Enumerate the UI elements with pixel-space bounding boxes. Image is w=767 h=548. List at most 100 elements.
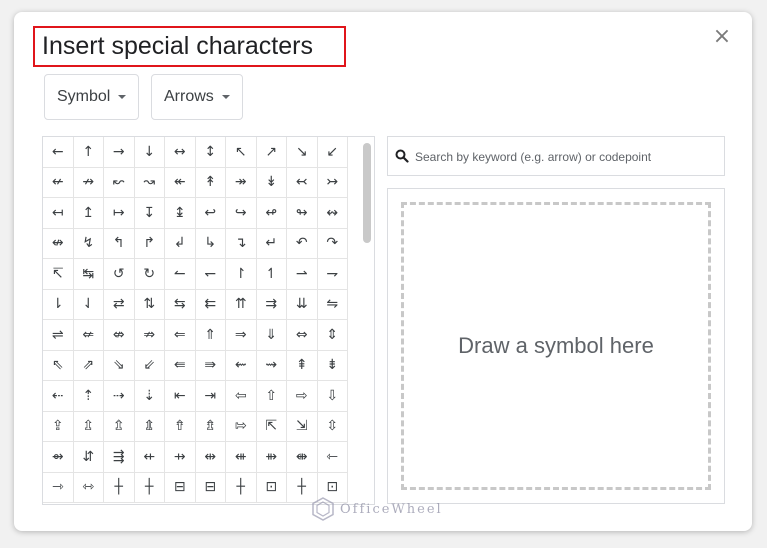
symbol-cell[interactable]: ⇄ [104,289,135,320]
symbol-cell[interactable]: ↛ [73,167,104,198]
symbol-cell[interactable]: ⇨ [287,381,318,412]
symbol-cell[interactable]: ⇆ [165,289,196,320]
symbol-cell[interactable]: ↸ [43,259,74,290]
symbol-cell[interactable]: ↕ [195,137,226,168]
symbol-cell[interactable]: ↘ [287,137,318,168]
draw-canvas[interactable]: Draw a symbol here [401,202,711,490]
symbol-cell[interactable]: ⇓ [256,320,287,351]
symbol-cell[interactable]: ⇋ [317,289,348,320]
symbol-cell[interactable]: ⇭ [134,411,165,442]
symbol-cell[interactable]: ↔ [165,137,196,168]
symbol-cell[interactable]: ⇌ [43,320,74,351]
symbol-cell[interactable]: ⇧ [256,381,287,412]
symbol-cell[interactable]: ⇅ [134,289,165,320]
symbol-cell[interactable]: ↥ [73,198,104,229]
symbol-cell[interactable]: ⇊ [287,289,318,320]
symbol-cell[interactable]: ↼ [165,259,196,290]
symbol-cell[interactable]: ↵ [256,228,287,259]
symbol-cell[interactable]: ⇎ [104,320,135,351]
symbol-cell[interactable]: ⇚ [165,350,196,381]
symbol-cell[interactable]: ↠ [226,167,257,198]
symbol-cell[interactable]: ⇘ [104,350,135,381]
symbol-cell[interactable]: ⇦ [226,381,257,412]
symbol-cell[interactable]: ⇽ [317,442,348,473]
symbol-cell[interactable]: ↚ [43,167,74,198]
symbol-cell[interactable]: ↩ [195,198,226,229]
symbol-cell[interactable]: ⇵ [73,442,104,473]
symbol-cell[interactable]: ⇀ [287,259,318,290]
symbol-cell[interactable]: ⇮ [165,411,196,442]
symbol-cell[interactable]: ↖ [226,137,257,168]
symbol-cell[interactable]: ⇐ [165,320,196,351]
symbol-cell[interactable]: ⇿ [73,472,104,503]
symbol-cell[interactable]: ↢ [287,167,318,198]
symbol-cell[interactable]: ↟ [195,167,226,198]
symbol-cell[interactable]: ↤ [43,198,74,229]
symbol-cell[interactable]: ⇖ [43,350,74,381]
subcategory-dropdown[interactable]: Arrows [151,74,243,120]
symbol-cell[interactable]: ⇪ [43,411,74,442]
symbol-cell[interactable]: ⇲ [287,411,318,442]
symbol-cell[interactable]: ↯ [73,228,104,259]
symbol-cell[interactable]: ↨ [165,198,196,229]
symbol-cell[interactable]: ↰ [104,228,135,259]
symbol-cell[interactable]: ⇤ [165,381,196,412]
symbol-cell[interactable]: ↷ [317,228,348,259]
symbol-cell[interactable]: ⇝ [256,350,287,381]
symbol-cell[interactable]: ⇗ [73,350,104,381]
symbol-cell[interactable]: ⇏ [134,320,165,351]
symbol-cell[interactable]: ↭ [317,198,348,229]
symbol-cell[interactable]: ⇈ [226,289,257,320]
search-input[interactable] [413,145,722,169]
symbol-cell[interactable]: ↽ [195,259,226,290]
symbol-cell[interactable]: ⇑ [195,320,226,351]
symbol-cell[interactable]: ↬ [287,198,318,229]
symbol-cell[interactable]: ⇶ [104,442,135,473]
symbol-cell[interactable]: ↶ [287,228,318,259]
symbol-cell[interactable]: ↻ [134,259,165,290]
symbol-cell[interactable]: ┼ [104,472,135,503]
symbol-cell[interactable]: ⇫ [73,411,104,442]
symbol-cell[interactable]: ⇕ [317,320,348,351]
symbol-cell[interactable]: ⇢ [104,381,135,412]
symbol-cell[interactable]: ⊟ [165,472,196,503]
symbol-cell[interactable]: ⇾ [43,472,74,503]
symbol-cell[interactable]: ⇹ [195,442,226,473]
symbol-cell[interactable]: ↮ [43,228,74,259]
symbol-cell[interactable]: ↦ [104,198,135,229]
symbol-cell[interactable]: ⊟ [195,472,226,503]
symbol-cell[interactable]: ⇺ [226,442,257,473]
symbol-cell[interactable]: ⇃ [73,289,104,320]
symbol-cell[interactable]: ← [43,137,74,168]
symbol-cell[interactable]: ↝ [134,167,165,198]
symbol-cell[interactable]: ↪ [226,198,257,229]
symbol-cell[interactable]: ⇼ [287,442,318,473]
symbol-cell[interactable]: ↴ [226,228,257,259]
symbol-cell[interactable]: ↾ [226,259,257,290]
symbol-cell[interactable]: ⇴ [43,442,74,473]
category-dropdown[interactable]: Symbol [44,74,140,120]
symbol-cell[interactable]: ↺ [104,259,135,290]
symbol-cell[interactable]: ⇉ [256,289,287,320]
symbol-cell[interactable]: ↫ [256,198,287,229]
symbol-cell[interactable]: ↳ [195,228,226,259]
symbol-cell[interactable]: ⇞ [287,350,318,381]
symbol-cell[interactable]: ⇯ [195,411,226,442]
symbol-cell[interactable]: ⇰ [226,411,257,442]
symbol-cell[interactable]: ┼ [226,472,257,503]
symbol-cell[interactable]: ↧ [134,198,165,229]
symbol-cell[interactable]: ⇇ [195,289,226,320]
symbol-cell[interactable]: ↗ [256,137,287,168]
symbol-cell[interactable]: ↙ [317,137,348,168]
symbol-cell[interactable]: ⇟ [317,350,348,381]
symbol-cell[interactable]: ↲ [165,228,196,259]
symbol-cell[interactable]: ⇒ [226,320,257,351]
search-box[interactable] [387,136,725,176]
symbol-cell[interactable]: ⇷ [134,442,165,473]
scrollbar-thumb[interactable] [363,143,371,243]
symbol-grid-scrollbar[interactable] [361,137,373,504]
symbol-cell[interactable]: ⇜ [226,350,257,381]
symbol-cell[interactable]: ⇔ [287,320,318,351]
symbol-cell[interactable]: ⇂ [43,289,74,320]
symbol-cell[interactable]: ⇩ [317,381,348,412]
